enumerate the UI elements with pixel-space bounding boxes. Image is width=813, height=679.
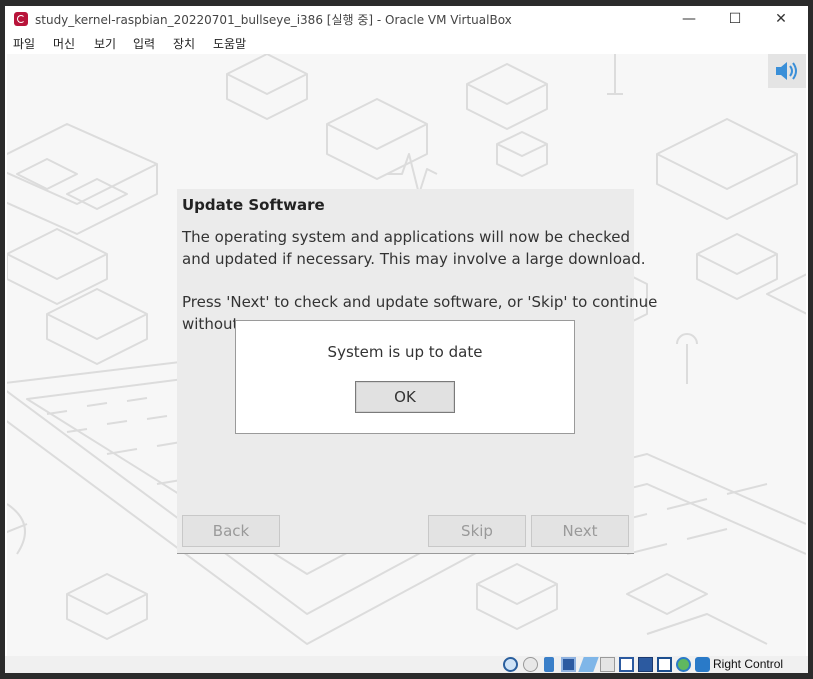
- display-icon[interactable]: [619, 657, 634, 672]
- optical-drive-icon[interactable]: [523, 657, 538, 672]
- host-key-label: Right Control: [713, 657, 784, 671]
- dialog-text-line2: and updated if necessary. This may invol…: [182, 250, 646, 268]
- menu-devices[interactable]: 장치: [173, 35, 195, 52]
- window-title: study_kernel-raspbian_20220701_bullseye_…: [35, 13, 512, 27]
- shared-folders-icon[interactable]: [600, 657, 615, 672]
- skip-button[interactable]: Skip: [428, 515, 526, 547]
- video-capture-icon[interactable]: [638, 657, 653, 672]
- dialog-text-line1: The operating system and applications wi…: [182, 228, 631, 246]
- menu-help[interactable]: 도움말: [213, 35, 246, 52]
- dialog-text-line3: Press 'Next' to check and update softwar…: [182, 293, 658, 311]
- close-button[interactable]: ✕: [758, 6, 804, 32]
- menu-machine[interactable]: 머신: [53, 35, 75, 52]
- usb-icon[interactable]: [578, 657, 599, 672]
- maximize-button[interactable]: ☐: [712, 6, 758, 32]
- message-box: System is up to date OK: [235, 320, 575, 434]
- speaker-icon[interactable]: [768, 54, 806, 88]
- dialog-title: Update Software: [182, 196, 325, 214]
- hard-disk-icon[interactable]: [503, 657, 518, 672]
- menu-view[interactable]: 보기: [94, 35, 116, 52]
- raspberry-pi-app-icon: [14, 12, 28, 26]
- menu-bar: 파일 머신 보기 입력 장치 도움말: [5, 32, 808, 54]
- virtualization-icon[interactable]: [657, 657, 672, 672]
- dialog-text-line4: without: [182, 315, 239, 333]
- keyboard-icon[interactable]: [695, 657, 710, 672]
- ok-button[interactable]: OK: [355, 381, 455, 413]
- virtualbox-window: study_kernel-raspbian_20220701_bullseye_…: [5, 6, 808, 673]
- title-bar[interactable]: study_kernel-raspbian_20220701_bullseye_…: [5, 6, 808, 32]
- guest-screen[interactable]: Update Software The operating system and…: [7, 54, 806, 656]
- back-button[interactable]: Back: [182, 515, 280, 547]
- message-text: System is up to date: [327, 343, 483, 361]
- audio-icon[interactable]: [544, 657, 554, 672]
- mouse-integration-icon[interactable]: [676, 657, 691, 672]
- menu-input[interactable]: 입력: [133, 35, 155, 52]
- next-button[interactable]: Next: [531, 515, 629, 547]
- network-icon[interactable]: [561, 657, 576, 672]
- minimize-button[interactable]: —: [666, 6, 712, 32]
- status-bar: Right Control: [5, 656, 808, 673]
- menu-file[interactable]: 파일: [13, 35, 35, 52]
